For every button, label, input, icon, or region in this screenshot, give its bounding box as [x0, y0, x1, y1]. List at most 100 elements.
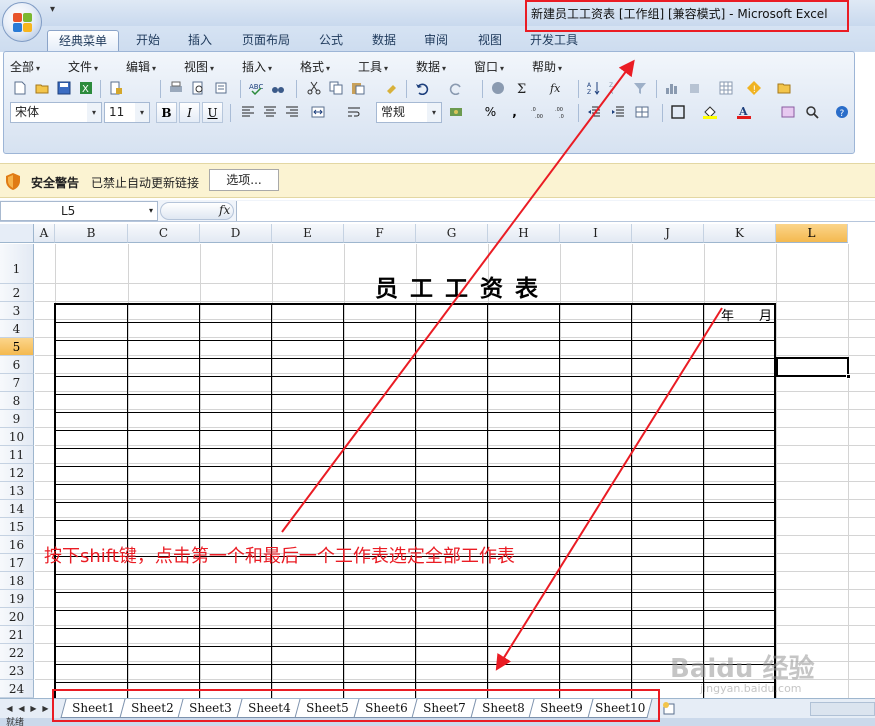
row-header[interactable]: 17: [0, 554, 34, 572]
row-header[interactable]: 1: [0, 244, 34, 284]
row-header[interactable]: 7: [0, 374, 34, 392]
font-color-button[interactable]: A: [734, 102, 754, 122]
hyperlink-button[interactable]: [488, 78, 508, 98]
print-preview-button[interactable]: [188, 78, 208, 98]
row-header[interactable]: 21: [0, 626, 34, 644]
insert-function-button[interactable]: fx: [546, 78, 566, 98]
tab-view[interactable]: 视图: [469, 30, 511, 52]
column-header[interactable]: A: [34, 224, 55, 243]
research-button[interactable]: [212, 78, 232, 98]
insert-function-icon[interactable]: fx: [219, 203, 230, 217]
active-cell[interactable]: [776, 357, 851, 379]
align-right-button[interactable]: [282, 102, 302, 122]
column-header[interactable]: H: [488, 224, 560, 243]
last-sheet-arrow-icon[interactable]: ▶: [40, 703, 51, 715]
find-button[interactable]: [268, 78, 288, 98]
excel-mode-button[interactable]: X: [76, 78, 96, 98]
redo-button[interactable]: [446, 78, 466, 98]
spelling-button[interactable]: ABC: [246, 78, 266, 98]
folder-button[interactable]: [774, 78, 794, 98]
name-box[interactable]: L5 ▾: [0, 201, 158, 221]
increase-indent-button[interactable]: [608, 102, 628, 122]
tab-insert[interactable]: 插入: [179, 30, 221, 52]
zoom-button[interactable]: [802, 102, 822, 122]
font-name-select[interactable]: 宋体 ▾: [10, 102, 102, 123]
styles-button[interactable]: [778, 102, 798, 122]
tab-data[interactable]: 数据: [363, 30, 405, 52]
menu-format[interactable]: 格式 ▾: [300, 58, 330, 75]
align-center-button[interactable]: [260, 102, 280, 122]
new-button[interactable]: [10, 78, 30, 98]
row-header[interactable]: 18: [0, 572, 34, 590]
office-button[interactable]: [2, 2, 42, 42]
warning-button[interactable]: !: [744, 78, 764, 98]
menu-tools[interactable]: 工具 ▾: [358, 58, 388, 75]
cut-button[interactable]: [304, 78, 324, 98]
row-header[interactable]: 20: [0, 608, 34, 626]
row-header[interactable]: 13: [0, 482, 34, 500]
tab-page-layout[interactable]: 页面布局: [232, 30, 300, 52]
sort-ascending-button[interactable]: AZ: [584, 78, 604, 98]
grid-button[interactable]: [716, 78, 736, 98]
menu-data[interactable]: 数据 ▾: [416, 58, 446, 75]
borders-button[interactable]: [668, 102, 688, 122]
menu-insert[interactable]: 插入 ▾: [242, 58, 272, 75]
column-header[interactable]: D: [200, 224, 272, 243]
sort-descending-button[interactable]: ZA: [606, 78, 626, 98]
first-sheet-arrow-icon[interactable]: ◀: [4, 703, 15, 715]
autosum-button[interactable]: Σ: [512, 78, 532, 98]
column-header[interactable]: C: [128, 224, 200, 243]
copy-button[interactable]: [326, 78, 346, 98]
tab-home[interactable]: 开始: [127, 30, 169, 52]
currency-button[interactable]: [446, 102, 466, 122]
merge-center-button[interactable]: [308, 102, 328, 122]
menu-file[interactable]: 文件 ▾: [68, 58, 98, 75]
next-sheet-arrow-icon[interactable]: ▶: [28, 703, 39, 715]
wrap-text-button[interactable]: [344, 102, 364, 122]
row-header[interactable]: 15: [0, 518, 34, 536]
menu-edit[interactable]: 编辑 ▾: [126, 58, 156, 75]
menu-view[interactable]: 视图 ▾: [184, 58, 214, 75]
row-header[interactable]: 14: [0, 500, 34, 518]
cell-style-button[interactable]: [632, 102, 652, 122]
quick-access-dropdown[interactable]: ▾: [50, 4, 55, 15]
number-format-select[interactable]: 常规 ▾: [376, 102, 442, 123]
filter-button[interactable]: [630, 78, 650, 98]
undo-button[interactable]: [412, 78, 432, 98]
save-button[interactable]: [54, 78, 74, 98]
row-header[interactable]: 6: [0, 356, 34, 374]
bold-button[interactable]: B: [156, 102, 177, 123]
row-header[interactable]: 19: [0, 590, 34, 608]
underline-button[interactable]: U: [202, 102, 223, 123]
column-header[interactable]: B: [55, 224, 128, 243]
column-header[interactable]: J: [632, 224, 704, 243]
decrease-decimal-button[interactable]: .00.0: [552, 102, 572, 122]
tab-review[interactable]: 审阅: [415, 30, 457, 52]
permission-button[interactable]: [106, 78, 126, 98]
row-header[interactable]: 16: [0, 536, 34, 554]
row-header[interactable]: 12: [0, 464, 34, 482]
chart-button[interactable]: [662, 78, 682, 98]
row-header[interactable]: 24: [0, 680, 34, 698]
help-button[interactable]: ?: [832, 102, 852, 122]
security-options-button[interactable]: 选项...: [209, 169, 279, 191]
row-header[interactable]: 3: [0, 302, 34, 320]
formula-input[interactable]: [236, 201, 875, 221]
row-header[interactable]: 2: [0, 284, 34, 302]
align-left-button[interactable]: [238, 102, 258, 122]
column-header[interactable]: K: [704, 224, 776, 243]
column-header[interactable]: L: [776, 224, 848, 243]
row-header[interactable]: 4: [0, 320, 34, 338]
insert-sheet-button[interactable]: [660, 699, 678, 717]
increase-decimal-button[interactable]: .0.00: [528, 102, 548, 122]
open-button[interactable]: [32, 78, 52, 98]
row-header[interactable]: 22: [0, 644, 34, 662]
menu-help[interactable]: 帮助 ▾: [532, 58, 562, 75]
format-painter-button[interactable]: [382, 78, 402, 98]
column-header[interactable]: E: [272, 224, 344, 243]
tab-classic-menu[interactable]: 经典菜单: [47, 30, 119, 52]
print-button[interactable]: [166, 78, 186, 98]
row-header[interactable]: 10: [0, 428, 34, 446]
row-header[interactable]: 23: [0, 662, 34, 680]
column-header[interactable]: F: [344, 224, 416, 243]
